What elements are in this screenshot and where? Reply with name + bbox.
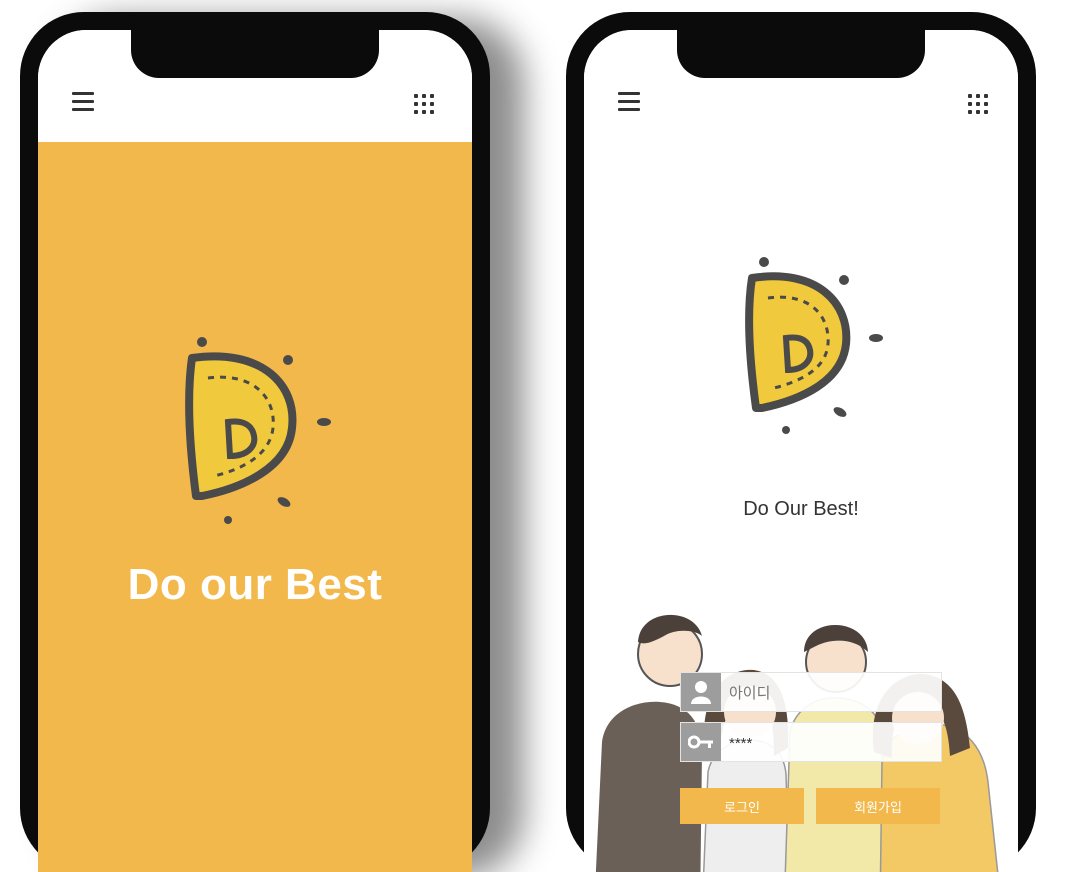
splash-screen: D Do our Best [38, 30, 472, 872]
key-icon [681, 723, 721, 761]
password-input[interactable] [727, 723, 931, 763]
logo-icon: D [185, 337, 331, 524]
notch [131, 30, 379, 78]
id-input[interactable] [727, 673, 931, 713]
notch [677, 30, 925, 78]
splash-content: D Do our Best [38, 142, 472, 872]
user-icon [681, 673, 721, 711]
phone-login: D Do Our Best! 아이디 **** 로그인 회원가입 [566, 12, 1036, 872]
login-content: D Do Our Best! 아이디 **** 로그인 회원가입 [584, 142, 1018, 872]
menu-icon[interactable] [618, 92, 640, 111]
login-screen: D Do Our Best! 아이디 **** 로그인 회원가입 [584, 30, 1018, 872]
phone-splash: D Do our Best [20, 12, 490, 872]
signup-button[interactable]: 회원가입 [816, 788, 940, 824]
login-button[interactable]: 로그인 [680, 788, 804, 824]
grid-icon[interactable] [968, 94, 990, 116]
id-field [680, 672, 942, 713]
splash-title: Do our Best [127, 560, 383, 609]
grid-icon[interactable] [414, 94, 436, 116]
password-field [680, 722, 942, 763]
logo-icon: D [745, 257, 883, 434]
menu-icon[interactable] [72, 92, 94, 111]
